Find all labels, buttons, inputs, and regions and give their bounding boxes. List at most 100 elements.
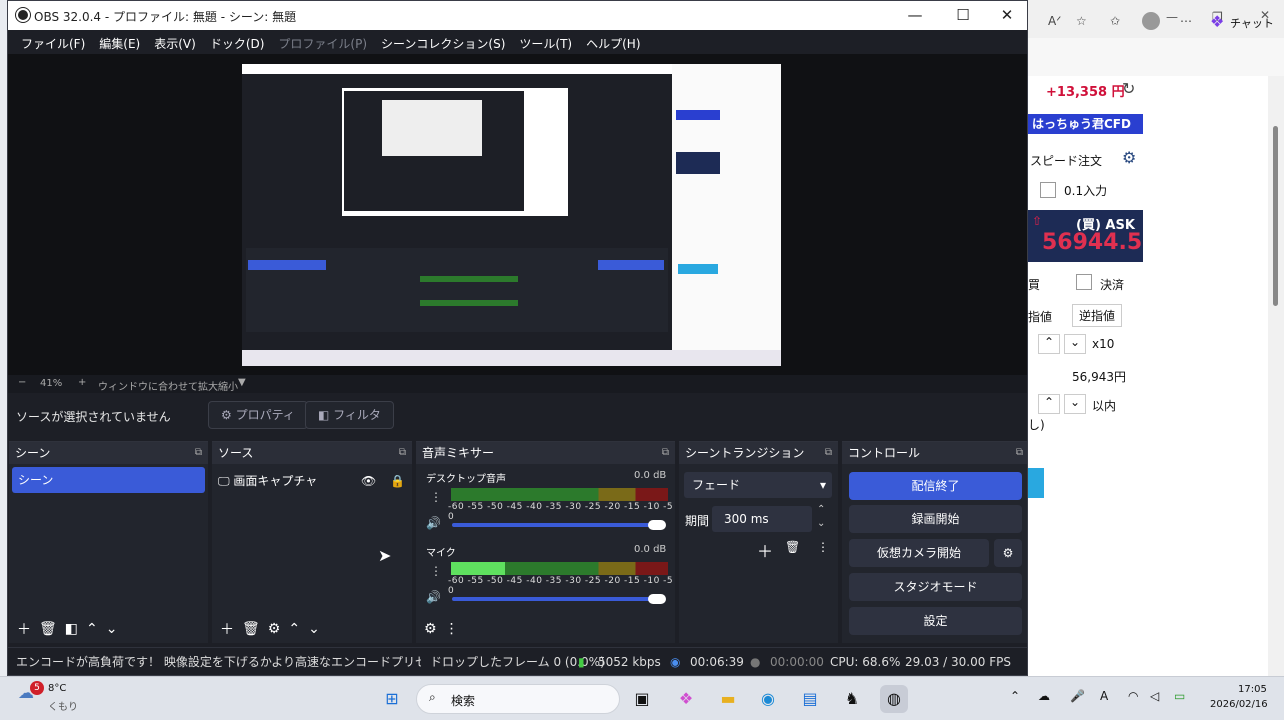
trash-icon[interactable]: 🗑 — [785, 540, 800, 554]
app-icon[interactable]: ♞ — [838, 685, 866, 713]
transition-select[interactable]: フェード ▾ — [684, 472, 832, 498]
refresh-icon[interactable]: ↻ — [1122, 79, 1135, 98]
read-aloud-icon[interactable]: Aᐟ — [1048, 14, 1061, 28]
battery-icon[interactable]: ▭ — [1174, 689, 1185, 703]
move-up-icon[interactable]: ⌃ — [86, 621, 98, 637]
scrollbar[interactable] — [1268, 76, 1284, 676]
more-icon[interactable]: ⋯ — [1180, 14, 1192, 28]
menu-tools[interactable]: ツール(T) — [512, 30, 579, 54]
copilot-icon[interactable]: ❖ — [1210, 12, 1224, 31]
kebab-menu-icon[interactable]: ⋮ — [817, 540, 829, 554]
buy-label[interactable]: 買 — [1028, 276, 1040, 293]
kebab-menu-icon[interactable]: ⋮ — [430, 564, 442, 578]
edge-icon[interactable]: ◉ — [754, 685, 782, 713]
scrollbar-thumb[interactable] — [1273, 126, 1278, 306]
gear-icon[interactable]: ⚙ — [268, 621, 281, 637]
menu-file[interactable]: ファイル(F) — [14, 30, 92, 54]
slider-knob[interactable] — [648, 520, 666, 530]
store-icon[interactable]: ▤ — [796, 685, 824, 713]
wifi-icon[interactable]: ◠ — [1128, 689, 1138, 703]
task-view-icon[interactable]: ▣ — [628, 685, 656, 713]
ime-icon[interactable]: A — [1100, 689, 1108, 703]
zoom-in-button[interactable]: + — [78, 377, 86, 388]
banner[interactable]: はっちゅう君CFD — [1028, 114, 1143, 134]
maximize-button[interactable]: ☐ — [941, 1, 985, 30]
speed-order-label[interactable]: スピード注文 — [1030, 152, 1102, 169]
close-button[interactable]: ✕ — [985, 1, 1027, 30]
start-virtual-camera-button[interactable]: 仮想カメラ開始 — [849, 539, 989, 567]
menu-profile[interactable]: プロファイル(P) — [271, 30, 374, 54]
menu-edit[interactable]: 編集(E) — [92, 30, 147, 54]
order-button[interactable] — [1028, 468, 1044, 498]
filters-button[interactable]: ◧ フィルタ — [305, 401, 394, 429]
chevron-down-icon[interactable]: ⌄ — [817, 518, 825, 529]
duration-input[interactable]: 300 ms — [712, 506, 812, 532]
windows-start-icon[interactable]: ⊞ — [378, 685, 406, 713]
limit-label[interactable]: 指値 — [1028, 308, 1052, 325]
undock-icon[interactable]: ⧉ — [195, 442, 202, 464]
gear-icon[interactable]: ⚙ — [1122, 148, 1136, 167]
clock-date[interactable]: 2026/02/16 — [1210, 699, 1268, 710]
menu-view[interactable]: 表示(V) — [147, 30, 203, 54]
minimize-button[interactable]: — — [893, 1, 937, 30]
advanced-audio-icon[interactable]: ⚙ — [424, 621, 437, 637]
chevron-up-icon[interactable]: ⌃ — [1038, 394, 1060, 414]
trash-icon[interactable]: 🗑 — [39, 621, 57, 637]
trash-icon[interactable]: 🗑 — [242, 621, 260, 637]
menu-scene-collection[interactable]: シーンコレクション(S) — [374, 30, 512, 54]
undock-icon[interactable]: ⧉ — [1016, 442, 1023, 464]
desktop-volume-slider[interactable] — [452, 523, 662, 527]
menu-help[interactable]: ヘルプ(H) — [579, 30, 647, 54]
start-record-button[interactable]: 録画開始 — [849, 505, 1022, 533]
chevron-down-icon[interactable]: ⌄ — [1064, 334, 1086, 354]
lock-icon[interactable]: 🔒 — [390, 470, 405, 492]
filter-icon[interactable]: ◧ — [65, 621, 78, 637]
add-icon[interactable]: ＋ — [17, 619, 31, 639]
zoom-out-button[interactable]: − — [18, 377, 26, 388]
properties-button[interactable]: ⚙ プロパティ — [208, 401, 308, 429]
kebab-menu-icon[interactable]: ⋮ — [430, 490, 442, 504]
settle-label[interactable]: 決済 — [1100, 276, 1124, 293]
mic-icon[interactable]: 🎤 — [1070, 689, 1085, 703]
checkbox[interactable] — [1076, 274, 1092, 290]
undock-icon[interactable]: ⧉ — [825, 442, 832, 464]
settings-button[interactable]: 設定 — [849, 607, 1022, 635]
copilot-icon[interactable]: ❖ — [672, 685, 700, 713]
stop-stream-button[interactable]: 配信終了 — [849, 472, 1022, 500]
undock-icon[interactable]: ⧉ — [662, 442, 669, 464]
undock-icon[interactable]: ⧉ — [399, 442, 406, 464]
file-explorer-icon[interactable]: ▬ — [714, 685, 742, 713]
volume-icon[interactable]: ◁ — [1150, 689, 1159, 703]
chevron-down-icon[interactable]: ⌄ — [1064, 394, 1086, 414]
stop-label[interactable]: 逆指値 — [1072, 304, 1123, 327]
chevron-up-icon[interactable]: ⌃ — [1038, 334, 1060, 354]
zoom-dropdown-icon[interactable]: ▼ — [238, 377, 246, 388]
chevron-up-icon[interactable]: ⌃ — [1010, 689, 1020, 703]
ask-box[interactable]: ⇧ (買) ASK 56944.5 — [1028, 210, 1143, 262]
mic-volume-slider[interactable] — [452, 597, 662, 601]
kebab-menu-icon[interactable]: ⋮ — [445, 621, 459, 637]
favorites-icon[interactable]: ✩ — [1110, 14, 1120, 28]
source-item[interactable]: 🖵 画面キャプチャ 👁 🔒 — [218, 470, 408, 492]
move-down-icon[interactable]: ⌄ — [106, 621, 118, 637]
speaker-icon[interactable]: 🔊 — [426, 590, 441, 604]
cloud-icon[interactable]: ☁ — [1038, 689, 1050, 703]
checkbox[interactable] — [1040, 182, 1056, 198]
menu-docks[interactable]: ドック(D) — [203, 30, 272, 54]
minimize-button[interactable]: — — [1166, 10, 1178, 24]
preview-canvas[interactable] — [242, 64, 781, 366]
clock-time[interactable]: 17:05 — [1238, 684, 1267, 695]
move-up-icon[interactable]: ⌃ — [288, 621, 300, 637]
eye-icon[interactable]: 👁 — [361, 470, 376, 492]
slider-knob[interactable] — [648, 594, 666, 604]
move-down-icon[interactable]: ⌄ — [308, 621, 320, 637]
speaker-icon[interactable]: 🔊 — [426, 516, 441, 530]
taskbar-search[interactable]: ⌕ 検索 — [416, 684, 620, 714]
studio-mode-button[interactable]: スタジオモード — [849, 573, 1022, 601]
profile-avatar[interactable] — [1142, 12, 1160, 30]
obs-taskbar-icon[interactable]: ◍ — [880, 685, 908, 713]
scene-item[interactable]: シーン — [12, 467, 205, 493]
chat-label[interactable]: チャット — [1230, 15, 1274, 31]
star-icon[interactable]: ☆ — [1076, 14, 1087, 28]
chevron-up-icon[interactable]: ⌃ — [817, 504, 825, 515]
